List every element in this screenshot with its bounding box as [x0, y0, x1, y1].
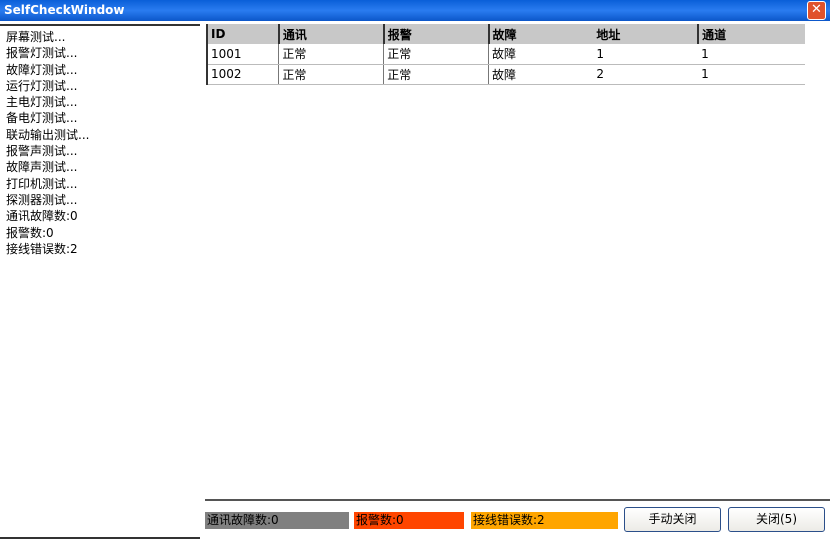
- table-cell: 2: [593, 64, 699, 85]
- test-item: 备电灯测试...: [6, 111, 78, 126]
- test-item: 故障灯测试...: [6, 62, 78, 77]
- table-cell: 1001: [206, 44, 279, 65]
- column-header[interactable]: 故障: [487, 24, 594, 44]
- device-table: ID 通讯 报警 故障 地址 通道 1001 正常 正常 故障 1 1 1002 正常 正常 故障 2 1: [206, 24, 805, 85]
- close-icon[interactable]: ✕: [807, 1, 826, 20]
- table-row[interactable]: 1001 正常 正常 故障 1 1: [206, 44, 805, 65]
- window-title: SelfCheckWindow: [4, 3, 125, 17]
- test-item: 接线错误数:2: [6, 241, 78, 256]
- test-item: 运行灯测试...: [6, 78, 78, 93]
- test-item: 打印机测试...: [6, 176, 78, 191]
- test-item: 通讯故障数:0: [6, 209, 78, 224]
- table-cell: 故障: [488, 64, 594, 85]
- column-header[interactable]: 通讯: [277, 24, 384, 44]
- test-item: 探测器测试...: [6, 192, 78, 207]
- table-cell: 正常: [278, 64, 384, 85]
- column-header[interactable]: ID: [206, 24, 279, 44]
- table-cell: 1: [593, 44, 699, 65]
- comm-fault-count: 通讯故障数:0: [205, 512, 349, 529]
- test-list: 屏幕测试... 报警灯测试... 故障灯测试... 运行灯测试... 主电灯测试... 备…: [0, 24, 200, 539]
- table-cell: 正常: [383, 64, 489, 85]
- test-item: 报警声测试...: [6, 144, 78, 159]
- close-button[interactable]: 关闭(5): [728, 507, 825, 532]
- test-item: 屏幕测试...: [6, 30, 66, 44]
- column-header[interactable]: 地址: [593, 24, 699, 44]
- title-bar: SelfCheckWindow ✕: [0, 0, 830, 21]
- table-cell: 正常: [383, 44, 489, 65]
- test-item: 主电灯测试...: [6, 95, 78, 110]
- test-item: 联动输出测试...: [6, 127, 90, 142]
- table-cell: 故障: [488, 44, 594, 65]
- alarm-count: 报警数:0: [354, 512, 464, 529]
- test-item: 报警灯测试...: [6, 46, 78, 61]
- manual-close-button[interactable]: 手动关闭: [624, 507, 721, 532]
- test-item: 故障声测试...: [6, 160, 78, 175]
- table-cell: 1: [698, 44, 805, 65]
- test-item: 报警数:0: [6, 225, 54, 240]
- table-row[interactable]: 1002 正常 正常 故障 2 1: [206, 64, 805, 85]
- table-cell: 1: [698, 64, 805, 85]
- wiring-error-count: 接线错误数:2: [471, 512, 618, 529]
- column-header[interactable]: 报警: [382, 24, 489, 44]
- column-header[interactable]: 通道: [697, 24, 805, 44]
- table-cell: 正常: [278, 44, 384, 65]
- divider: [205, 499, 830, 501]
- table-cell: 1002: [206, 64, 279, 85]
